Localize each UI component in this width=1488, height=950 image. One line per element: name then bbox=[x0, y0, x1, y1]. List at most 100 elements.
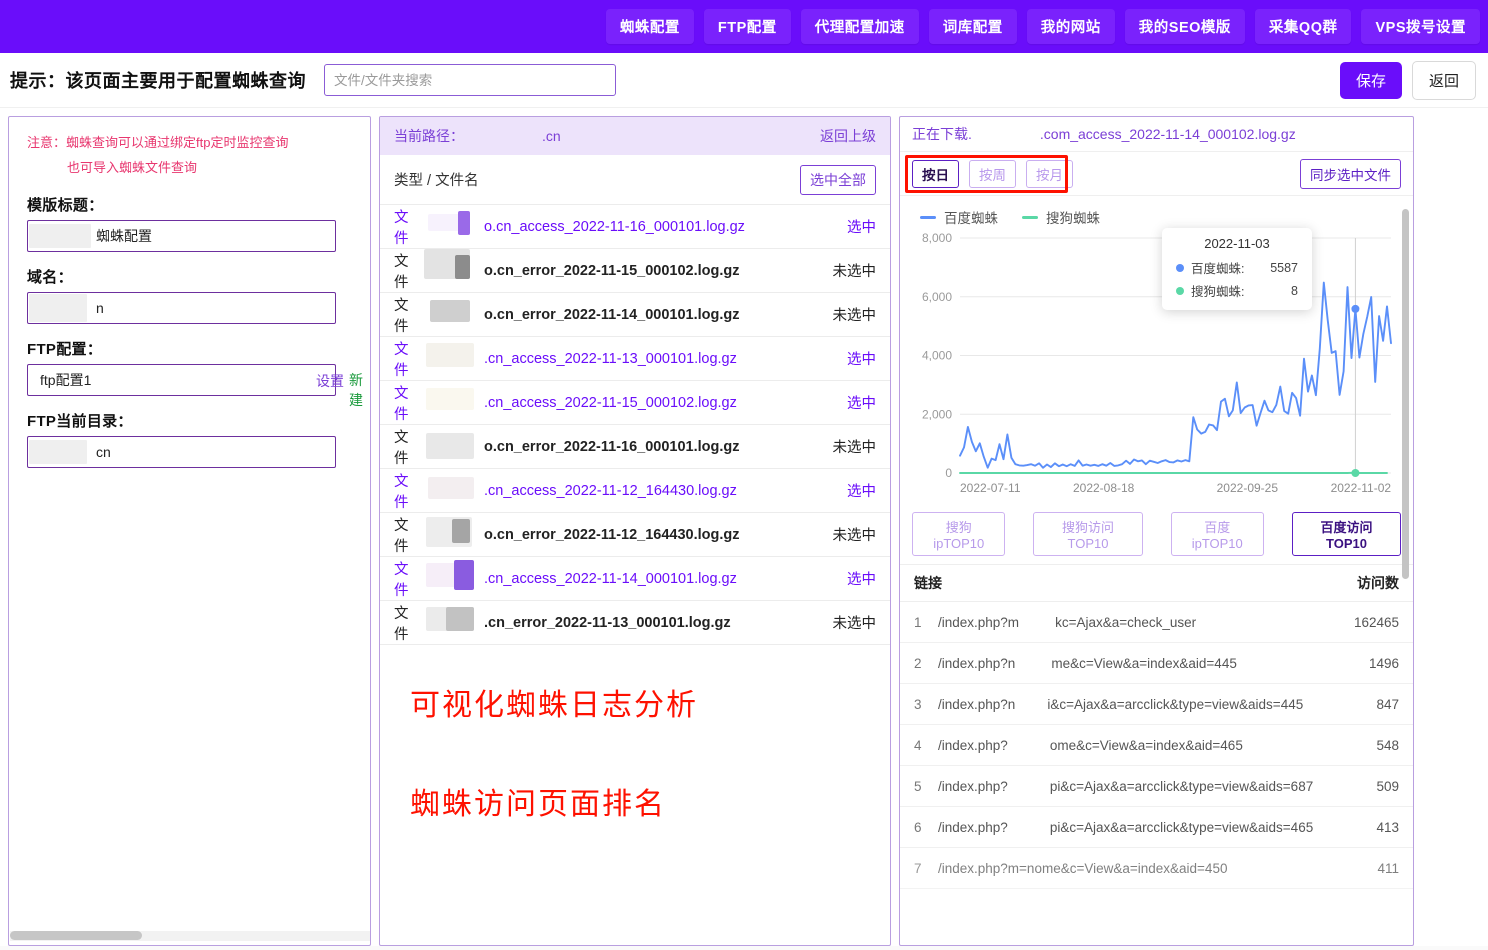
download-filename: .com_access_2022-11-14_000102.log.gz bbox=[972, 126, 1296, 142]
file-name: .cn_access_2022-11-14_000101.log.gz bbox=[422, 571, 839, 587]
file-name: .cn_error_2022-11-13_000101.log.gz bbox=[422, 615, 825, 631]
top10-tab-bar: 搜狗ipTOP10 搜狗访问TOP10 百度ipTOP10 百度访问TOP10 bbox=[900, 506, 1413, 564]
tab-sogou-visits-top10[interactable]: 搜狗访问TOP10 bbox=[1033, 512, 1142, 556]
notice-line-1: 注意：蜘蛛查询可以通过绑定ftp定时监控查询 bbox=[27, 135, 288, 150]
file-type: 文件 bbox=[394, 382, 422, 424]
row-visit-count: 413 bbox=[1376, 820, 1399, 835]
redaction-overlay bbox=[430, 300, 470, 322]
legend-item-baidu[interactable]: 百度蜘蛛 bbox=[920, 207, 998, 227]
file-row[interactable]: 文件 o.cn_access_2022-11-16_000101.log.gz … bbox=[380, 205, 890, 249]
nav-item-wordbank-config[interactable]: 词库配置 bbox=[929, 9, 1017, 44]
segment-by-month[interactable]: 按月 bbox=[1026, 160, 1073, 188]
redaction-overlay bbox=[29, 440, 87, 464]
table-row[interactable]: 2 /index.php?n me&c=View&a=index&aid=445… bbox=[900, 643, 1413, 684]
file-row[interactable]: 文件 .cn_access_2022-11-13_000101.log.gz 选… bbox=[380, 337, 890, 381]
file-select-state[interactable]: 未选中 bbox=[825, 436, 877, 457]
file-select-state[interactable]: 选中 bbox=[839, 568, 876, 589]
file-name: .cn_access_2022-11-15_000102.log.gz bbox=[422, 395, 839, 411]
file-list-header: 类型 / 文件名 选中全部 bbox=[380, 155, 890, 205]
row-index: 4 bbox=[914, 738, 938, 753]
redaction-overlay bbox=[458, 211, 470, 235]
chart-container: 百度蜘蛛 搜狗蜘蛛 02,0004,0006,0008,0002022-07-1… bbox=[900, 196, 1413, 506]
file-row[interactable]: 文件 o.cn_error_2022-11-16_000101.log.gz 未… bbox=[380, 425, 890, 469]
save-button[interactable]: 保存 bbox=[1340, 62, 1402, 99]
nav-item-my-sites[interactable]: 我的网站 bbox=[1027, 9, 1115, 44]
table-row[interactable]: 4 /index.php? ome&c=View&a=index&aid=465… bbox=[900, 725, 1413, 766]
notice-line-2: 也可导入蜘蛛文件查询 bbox=[27, 156, 352, 181]
domain-field[interactable]: n bbox=[27, 292, 336, 324]
table-row[interactable]: 1 /index.php?m kc=Ajax&a=check_user 1624… bbox=[900, 602, 1413, 643]
row-index: 1 bbox=[914, 615, 938, 630]
file-select-state[interactable]: 选中 bbox=[839, 392, 876, 413]
segment-by-week[interactable]: 按周 bbox=[969, 160, 1016, 188]
ftp-current-dir-field[interactable]: cn bbox=[27, 436, 336, 468]
table-row[interactable]: 6 /index.php? pi&c=Ajax&a=arcclick&type=… bbox=[900, 807, 1413, 848]
go-up-link[interactable]: 返回上级 bbox=[820, 126, 876, 146]
file-row[interactable]: 文件 .cn_access_2022-11-15_000102.log.gz 选… bbox=[380, 381, 890, 425]
column-header-link: 链接 bbox=[914, 573, 942, 593]
return-button[interactable]: 返回 bbox=[1412, 61, 1476, 100]
tab-baidu-ip-top10[interactable]: 百度ipTOP10 bbox=[1171, 512, 1264, 556]
spider-visits-line-chart: 02,0004,0006,0008,0002022-07-112022-08-1… bbox=[908, 228, 1403, 503]
period-segment-bar: 按日 按周 按月 同步选中文件 bbox=[900, 152, 1413, 196]
file-row[interactable]: 文件 o.cn_error_2022-11-14_000101.log.gz 未… bbox=[380, 293, 890, 337]
top-navigation-bar: 蜘蛛配置 FTP配置 代理配置加速 词库配置 我的网站 我的SEO模版 采集QQ… bbox=[0, 0, 1488, 53]
file-type: 文件 bbox=[394, 558, 422, 600]
select-all-button[interactable]: 选中全部 bbox=[800, 165, 876, 195]
table-row[interactable]: 3 /index.php?n i&c=Ajax&a=arcclick&type=… bbox=[900, 684, 1413, 725]
sync-selected-files-button[interactable]: 同步选中文件 bbox=[1300, 159, 1401, 189]
file-name: o.cn_error_2022-11-15_000102.log.gz bbox=[422, 263, 825, 279]
vertical-scrollbar[interactable] bbox=[1402, 209, 1409, 946]
svg-text:0: 0 bbox=[945, 466, 952, 480]
row-link: pi&c=Ajax&a=arcclick&type=view&aids=687 bbox=[1050, 779, 1313, 794]
ftp-config-field[interactable]: ftp配置1 bbox=[27, 364, 336, 396]
nav-item-proxy-config[interactable]: 代理配置加速 bbox=[801, 9, 919, 44]
file-row[interactable]: 文件 o.cn_error_2022-11-12_164430.log.gz 未… bbox=[380, 513, 890, 557]
scrollbar-thumb[interactable] bbox=[10, 931, 142, 940]
file-select-state[interactable]: 未选中 bbox=[825, 304, 877, 325]
file-select-state[interactable]: 未选中 bbox=[825, 612, 877, 633]
analysis-panel: 正在下载. .com_access_2022-11-14_000102.log.… bbox=[899, 116, 1414, 946]
legend-item-sogou[interactable]: 搜狗蜘蛛 bbox=[1022, 207, 1100, 227]
table-row[interactable]: 5 /index.php? pi&c=Ajax&a=arcclick&type=… bbox=[900, 766, 1413, 807]
file-row[interactable]: 文件 .cn_access_2022-11-12_164430.log.gz 选… bbox=[380, 469, 890, 513]
ftp-config-label: FTP配置： bbox=[27, 338, 352, 359]
redaction-overlay bbox=[452, 519, 470, 543]
tab-sogou-ip-top10[interactable]: 搜狗ipTOP10 bbox=[912, 512, 1005, 556]
table-row[interactable]: 7 /index.php?m=nome&c=View&a=index&aid=4… bbox=[900, 848, 1413, 889]
current-path-bar: 当前路径： .cn 返回上级 bbox=[380, 117, 890, 155]
file-select-state[interactable]: 选中 bbox=[839, 348, 876, 369]
scrollbar-thumb[interactable] bbox=[1402, 209, 1409, 579]
file-select-state[interactable]: 选中 bbox=[839, 480, 876, 501]
row-index: 6 bbox=[914, 820, 938, 835]
nav-item-my-seo-templates[interactable]: 我的SEO模版 bbox=[1125, 9, 1245, 44]
file-name: o.cn_error_2022-11-14_000101.log.gz bbox=[422, 307, 825, 323]
nav-item-vps-dialup[interactable]: VPS拨号设置 bbox=[1361, 9, 1480, 44]
redaction-overlay bbox=[426, 388, 474, 410]
svg-text:2022-09-25: 2022-09-25 bbox=[1217, 481, 1279, 495]
row-link: i&c=Ajax&a=arcclick&type=view&aids=445 bbox=[1047, 697, 1303, 712]
chart-tooltip: 2022-11-03 百度蜘蛛: 5587 搜狗蜘蛛: 8 bbox=[1162, 228, 1312, 310]
svg-text:8,000: 8,000 bbox=[922, 231, 952, 245]
template-title-field[interactable]: 蜘蛛配置 bbox=[27, 220, 336, 252]
current-path-value: .cn bbox=[542, 128, 561, 144]
ftp-new-link[interactable]: 新建 bbox=[349, 370, 363, 410]
row-link: /index.php?m=nome&c=View&a=index&aid=450 bbox=[938, 861, 1227, 876]
horizontal-scrollbar[interactable] bbox=[10, 931, 370, 941]
file-row[interactable]: 文件 .cn_access_2022-11-14_000101.log.gz 选… bbox=[380, 557, 890, 601]
row-visit-count: 162465 bbox=[1354, 615, 1399, 630]
file-select-state[interactable]: 未选中 bbox=[825, 524, 877, 545]
nav-item-collect-qq-groups[interactable]: 采集QQ群 bbox=[1255, 9, 1352, 44]
file-select-state[interactable]: 未选中 bbox=[825, 260, 877, 281]
row-visit-count: 548 bbox=[1376, 738, 1399, 753]
nav-item-ftp-config[interactable]: FTP配置 bbox=[704, 9, 791, 44]
nav-item-spider-config[interactable]: 蜘蛛配置 bbox=[606, 9, 694, 44]
file-name: o.cn_error_2022-11-16_000101.log.gz bbox=[422, 439, 825, 455]
file-row[interactable]: 文件 o.cn_error_2022-11-15_000102.log.gz 未… bbox=[380, 249, 890, 293]
search-input[interactable] bbox=[324, 64, 616, 96]
tab-baidu-visits-top10[interactable]: 百度访问TOP10 bbox=[1292, 512, 1401, 556]
segment-by-day[interactable]: 按日 bbox=[912, 160, 959, 188]
file-row[interactable]: 文件 .cn_error_2022-11-13_000101.log.gz 未选… bbox=[380, 601, 890, 645]
file-select-state[interactable]: 选中 bbox=[839, 216, 876, 237]
ftp-settings-link[interactable]: 设置 bbox=[316, 371, 344, 391]
